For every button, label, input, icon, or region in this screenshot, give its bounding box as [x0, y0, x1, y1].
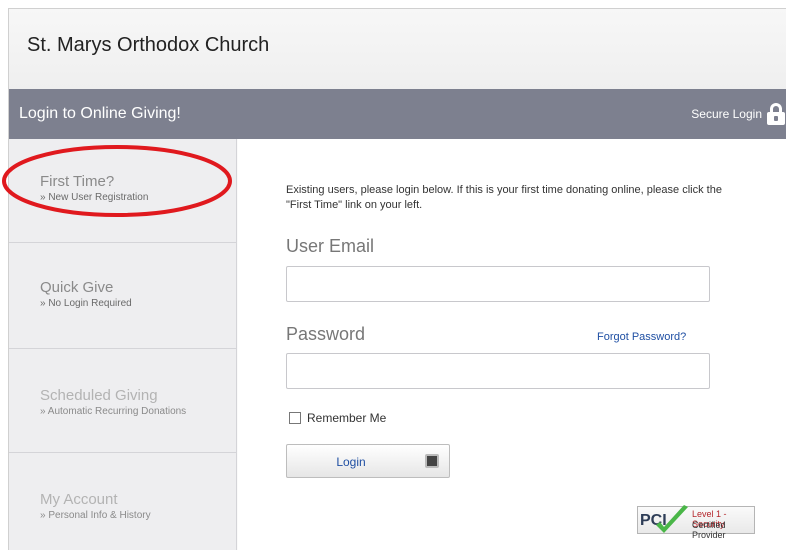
- page-frame: St. Marys Orthodox Church Login to Onlin…: [8, 8, 786, 550]
- church-name: St. Marys Orthodox Church: [27, 34, 270, 56]
- sidebar-item-label: My Account: [40, 491, 118, 508]
- pci-security-badge: PCI Level 1 - Security Certified Provide…: [637, 502, 755, 540]
- sidebar-item-my-account[interactable]: My Account » Personal Info & History: [9, 453, 237, 550]
- password-field[interactable]: [286, 353, 710, 389]
- login-button[interactable]: Login: [286, 444, 450, 478]
- stop-icon: [425, 454, 439, 468]
- sidebar-item-label: Scheduled Giving: [40, 387, 158, 404]
- sidebar-item-sublabel: » No Login Required: [40, 298, 132, 309]
- email-label: User Email: [286, 236, 375, 256]
- sidebar-item-quick-give[interactable]: Quick Give » No Login Required: [9, 243, 237, 349]
- forgot-password-link[interactable]: Forgot Password?: [597, 331, 686, 343]
- remember-me-checkbox[interactable]: [289, 412, 301, 424]
- sidebar-item-sublabel: » New User Registration: [40, 192, 149, 203]
- secure-login-label: Secure Login: [691, 107, 762, 121]
- sidebar-item-first-time[interactable]: First Time? » New User Registration: [9, 139, 237, 243]
- password-label: Password: [286, 324, 366, 344]
- login-panel: Existing users, please login below. If t…: [238, 139, 786, 550]
- lock-icon: [766, 103, 786, 125]
- sidebar-item-label: Quick Give: [40, 279, 114, 296]
- login-instructions: Existing users, please login below. If t…: [286, 184, 722, 211]
- login-button-label: Login: [336, 455, 366, 469]
- secure-login: Secure Login: [691, 103, 786, 125]
- remember-me[interactable]: Remember Me: [289, 411, 386, 425]
- pci-badge-line2: Certified Provider: [692, 520, 726, 540]
- page-title: Login to Online Giving!: [19, 105, 181, 122]
- checkmark-icon: [656, 505, 688, 533]
- remember-me-label: Remember Me: [307, 411, 387, 425]
- header: St. Marys Orthodox Church: [9, 9, 786, 89]
- sidebar-item-sublabel: » Automatic Recurring Donations: [40, 406, 187, 417]
- sidebar-item-scheduled-giving[interactable]: Scheduled Giving » Automatic Recurring D…: [9, 349, 237, 453]
- email-field[interactable]: [286, 266, 710, 302]
- sidebar: First Time? » New User Registration Quic…: [9, 139, 237, 550]
- titlebar: Login to Online Giving! Secure Login: [9, 89, 786, 139]
- sidebar-item-label: First Time?: [40, 173, 115, 190]
- sidebar-item-sublabel: » Personal Info & History: [40, 510, 151, 521]
